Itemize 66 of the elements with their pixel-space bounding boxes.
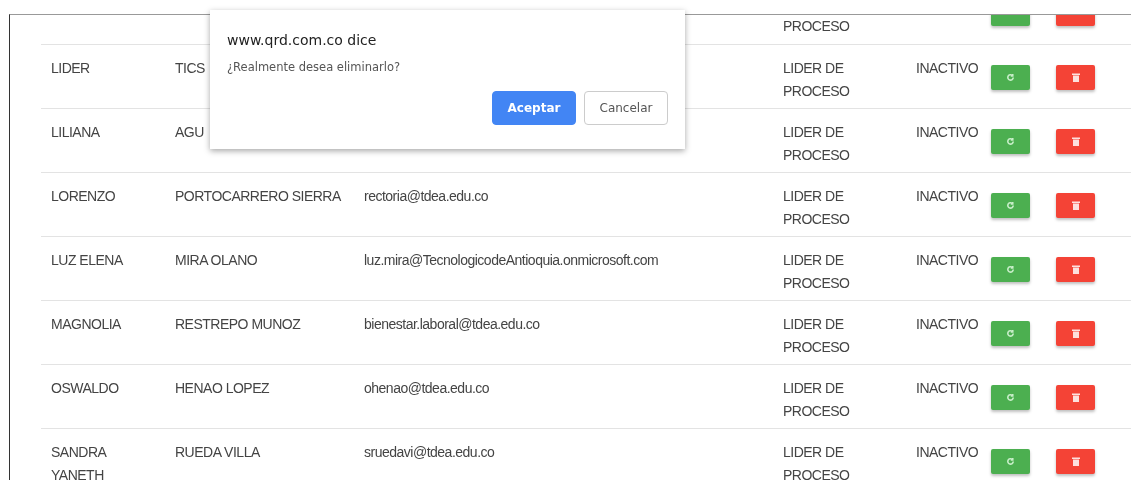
table-cell: LIDER DE PROCESO [783,124,850,163]
trash-icon [1071,393,1080,402]
refresh-icon [1006,137,1015,146]
table-cell: INACTIVO [916,60,979,76]
delete-button[interactable] [1056,257,1095,282]
cancel-button[interactable]: Cancelar [584,91,668,125]
trash-icon [1071,137,1080,146]
table-cell: INACTIVO [916,380,979,396]
delete-button[interactable] [1056,193,1095,218]
table-cell: SANDRA YANETH [51,444,106,480]
trash-icon [1071,265,1080,274]
reactivate-button[interactable] [991,65,1030,90]
trash-icon [1071,201,1080,210]
table-cell: LIDER DE PROCESO [783,380,850,419]
table-cell: LUZ ELENA [51,252,123,268]
dialog-title: www.qrd.com.co dice [227,32,378,48]
table-cell: TICS [175,60,205,76]
table-cell: HENAO LOPEZ [175,380,270,396]
table-cell: rectoria@tdea.edu.co [364,188,489,204]
reactivate-button[interactable] [991,385,1030,410]
table-cell: MAGNOLIA [51,316,121,332]
delete-button[interactable] [1056,385,1095,410]
delete-button[interactable] [1056,65,1095,90]
delete-button[interactable] [1056,449,1095,474]
dialog-message: ¿Realmente desea eliminarlo? [227,60,402,74]
table-cell: RESTREPO MUNOZ [175,316,301,332]
delete-button[interactable] [1056,321,1095,346]
reactivate-button[interactable] [991,321,1030,346]
refresh-icon [1006,265,1015,274]
table-cell: ohenao@tdea.edu.co [364,380,490,396]
table-cell: LIDER DE PROCESO [783,188,850,227]
refresh-icon [1006,329,1015,338]
table-cell: PROCESO [783,18,850,34]
table-cell: RUEDA VILLA [175,444,260,460]
table-cell: INACTIVO [916,188,979,204]
table-cell: INACTIVO [916,444,979,460]
table-cell: OSWALDO [51,380,119,396]
refresh-icon [1006,457,1015,466]
refresh-icon [1006,201,1015,210]
delete-button[interactable] [1056,129,1095,154]
trash-icon [1071,457,1080,466]
reactivate-button[interactable] [991,257,1030,282]
table-cell: LIDER DE PROCESO [783,252,850,291]
reactivate-button[interactable] [991,129,1030,154]
table-cell: LIDER DE PROCESO [783,316,850,355]
refresh-icon [1006,393,1015,402]
table-cell: LIDER [51,60,90,76]
reactivate-button[interactable] [991,449,1030,474]
table-cell: AGU [175,124,204,140]
table-cell: INACTIVO [916,316,979,332]
accept-button[interactable]: Aceptar [492,91,576,125]
table-cell: sruedavi@tdea.edu.co [364,444,495,460]
table-cell: LIDER DE PROCESO [783,60,850,99]
table-cell: LILIANA [51,124,100,140]
table-cell: luz.mira@TecnologicodeAntioquia.onmicrosoft.com [364,252,659,268]
table-cell: LORENZO [51,188,116,204]
table-cell: PORTOCARRERO SIERRA [175,188,341,204]
refresh-icon [1006,73,1015,82]
table-cell: INACTIVO [916,124,979,140]
trash-icon [1071,329,1080,338]
table-cell: MIRA OLANO [175,252,258,268]
table-cell: INACTIVO [916,252,979,268]
reactivate-button[interactable] [991,193,1030,218]
trash-icon [1071,73,1080,82]
table-cell: bienestar.laboral@tdea.edu.co [364,316,540,332]
table-cell: LIDER DE PROCESO [783,444,850,480]
